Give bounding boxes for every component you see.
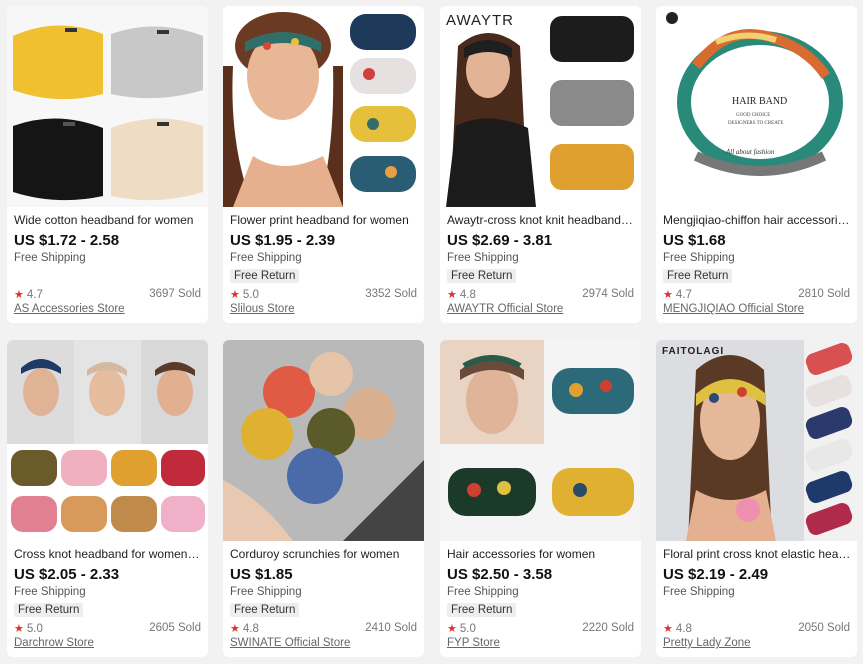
shipping-info: Free Shipping bbox=[447, 252, 519, 264]
product-price: US $2.69 - 3.81 bbox=[447, 232, 553, 249]
free-return-badge: Free Return bbox=[230, 269, 300, 283]
shipping-info: Free Shipping bbox=[14, 586, 86, 598]
product-card[interactable]: AWAYTR Awaytr-cross knot knit headband f… bbox=[440, 6, 641, 323]
rating: ★ 4.8 bbox=[230, 622, 259, 635]
rating: ★ 4.8 bbox=[447, 288, 476, 301]
shipping-info: Free Shipping bbox=[663, 586, 735, 598]
rating-value: 4.8 bbox=[459, 289, 476, 301]
product-card[interactable]: Wide cotton headband for women US $1.72 … bbox=[7, 6, 208, 323]
product-image[interactable] bbox=[223, 340, 424, 541]
product-card[interactable]: HAIR BAND GOOD CHOICE DESIGNERS TO CREAT… bbox=[656, 6, 857, 323]
product-title[interactable]: Awaytr-cross knot knit headband f... bbox=[447, 213, 635, 227]
hair-band-script: All about fashion bbox=[725, 148, 775, 156]
store-link[interactable]: FYP Store bbox=[447, 637, 635, 649]
product-title[interactable]: Mengjiqiao-chiffon hair accessorie... bbox=[663, 213, 851, 227]
shipping-info: Free Shipping bbox=[14, 252, 86, 264]
hair-band-label: HAIR BAND bbox=[732, 96, 787, 107]
store-link[interactable]: SWINATE Official Store bbox=[230, 637, 418, 649]
product-card[interactable]: Corduroy scrunchies for women US $1.85 F… bbox=[223, 340, 424, 657]
sold-count: 2050 Sold bbox=[798, 622, 850, 634]
product-card[interactable]: FAITOLAGI Floral print cross knot elasti… bbox=[656, 340, 857, 657]
shipping-info: Free Shipping bbox=[230, 252, 302, 264]
rating: ★ 5.0 bbox=[14, 622, 43, 635]
product-title[interactable]: Flower print headband for women bbox=[230, 213, 418, 227]
sold-count: 3352 Sold bbox=[365, 288, 417, 300]
shipping-info: Free Shipping bbox=[447, 586, 519, 598]
store-link[interactable]: Slilous Store bbox=[230, 303, 418, 315]
star-icon: ★ bbox=[663, 623, 673, 635]
free-return-badge: Free Return bbox=[447, 269, 517, 283]
product-title[interactable]: Floral print cross knot elastic head... bbox=[663, 547, 851, 561]
free-return-badge: Free Return bbox=[447, 603, 517, 617]
sold-count: 2974 Sold bbox=[582, 288, 634, 300]
sold-count: 2220 Sold bbox=[582, 622, 634, 634]
sold-count: 2605 Sold bbox=[149, 622, 201, 634]
sold-count: 2410 Sold bbox=[365, 622, 417, 634]
rating-value: 4.7 bbox=[26, 289, 43, 301]
product-title[interactable]: Corduroy scrunchies for women bbox=[230, 547, 418, 561]
free-return-badge: Free Return bbox=[230, 603, 300, 617]
product-price: US $1.68 bbox=[663, 232, 726, 249]
product-price: US $2.05 - 2.33 bbox=[14, 566, 120, 583]
product-image[interactable]: FAITOLAGI bbox=[656, 340, 857, 541]
product-image[interactable]: HAIR BAND GOOD CHOICE DESIGNERS TO CREAT… bbox=[656, 6, 857, 207]
product-title[interactable]: Cross knot headband for women a... bbox=[14, 547, 202, 561]
rating-value: 5.0 bbox=[242, 289, 259, 301]
free-return-badge: Free Return bbox=[663, 269, 733, 283]
star-icon: ★ bbox=[447, 289, 457, 301]
rating: ★ 4.8 bbox=[663, 622, 692, 635]
rating-value: 5.0 bbox=[26, 623, 43, 635]
product-image[interactable]: AWAYTR bbox=[440, 6, 641, 207]
product-card[interactable]: Cross knot headband for women a... US $2… bbox=[7, 340, 208, 657]
star-icon: ★ bbox=[14, 623, 24, 635]
product-grid: Wide cotton headband for women US $1.72 … bbox=[0, 0, 863, 664]
product-price: US $2.50 - 3.58 bbox=[447, 566, 553, 583]
product-image[interactable] bbox=[7, 6, 208, 207]
star-icon: ★ bbox=[230, 289, 240, 301]
star-icon: ★ bbox=[663, 289, 673, 301]
product-price: US $1.95 - 2.39 bbox=[230, 232, 336, 249]
rating: ★ 4.7 bbox=[14, 288, 43, 301]
rating: ★ 5.0 bbox=[230, 288, 259, 301]
store-link[interactable]: AS Accessories Store bbox=[14, 303, 202, 315]
rating-value: 4.8 bbox=[242, 623, 259, 635]
sold-count: 2810 Sold bbox=[798, 288, 850, 300]
hair-band-sub: GOOD CHOICE bbox=[736, 113, 770, 118]
free-return-badge: Free Return bbox=[14, 603, 84, 617]
product-image[interactable] bbox=[7, 340, 208, 541]
store-link[interactable]: MENGJIQIAO Official Store bbox=[663, 303, 851, 315]
product-image[interactable] bbox=[440, 340, 641, 541]
rating-value: 5.0 bbox=[459, 623, 476, 635]
sold-count: 3697 Sold bbox=[149, 288, 201, 300]
rating-value: 4.7 bbox=[675, 289, 692, 301]
store-link[interactable]: Pretty Lady Zone bbox=[663, 637, 851, 649]
store-link[interactable]: AWAYTR Official Store bbox=[447, 303, 635, 315]
star-icon: ★ bbox=[230, 623, 240, 635]
product-price: US $1.85 bbox=[230, 566, 293, 583]
product-card[interactable]: Hair accessories for women US $2.50 - 3.… bbox=[440, 340, 641, 657]
brand-logo: AWAYTR bbox=[446, 12, 514, 29]
star-icon: ★ bbox=[447, 623, 457, 635]
rating: ★ 5.0 bbox=[447, 622, 476, 635]
shipping-info: Free Shipping bbox=[230, 586, 302, 598]
product-title[interactable]: Hair accessories for women bbox=[447, 547, 635, 561]
product-image[interactable] bbox=[223, 6, 424, 207]
rating-value: 4.8 bbox=[675, 623, 692, 635]
rating: ★ 4.7 bbox=[663, 288, 692, 301]
star-icon: ★ bbox=[14, 289, 24, 301]
product-price: US $2.19 - 2.49 bbox=[663, 566, 769, 583]
hair-band-sub2: DESIGNERS TO CREATE bbox=[728, 121, 783, 126]
shipping-info: Free Shipping bbox=[663, 252, 735, 264]
product-title[interactable]: Wide cotton headband for women bbox=[14, 213, 202, 227]
brand-logo: FAITOLAGI bbox=[662, 346, 725, 357]
product-price: US $1.72 - 2.58 bbox=[14, 232, 120, 249]
store-link[interactable]: Darchrow Store bbox=[14, 637, 202, 649]
product-card[interactable]: Flower print headband for women US $1.95… bbox=[223, 6, 424, 323]
